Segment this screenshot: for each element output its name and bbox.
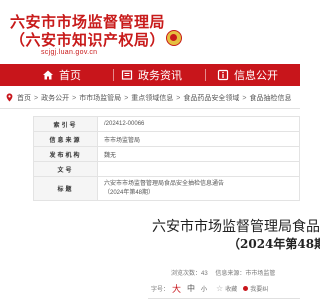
table-row: 标题 六安市市场监督管理局食品安全抽检信息通告 （2024年第48期） — [33, 176, 300, 201]
breadcrumb-separator: > — [72, 94, 77, 102]
nav-item-label: 首页 — [59, 70, 81, 82]
nav-item-label: 信息公开 — [234, 70, 278, 82]
favorite-button[interactable]: ☆ 收藏 — [216, 284, 237, 293]
divider — [0, 108, 300, 109]
correction-label: 我要纠 — [250, 287, 269, 293]
nav-item-news[interactable]: 政务资讯 — [121, 64, 182, 86]
nav-divider — [205, 69, 206, 81]
nav-divider — [113, 69, 114, 81]
breadcrumb-item[interactable]: 市市场监管局 — [79, 93, 121, 103]
nav-item-label: 政务资讯 — [138, 70, 182, 82]
breadcrumb-separator: > — [124, 94, 129, 102]
info-icon — [217, 69, 229, 81]
info-source: 信息来源：市市场监管 — [215, 271, 276, 277]
article-title: 六安市市场监督管理局食品安 — [152, 219, 320, 235]
meta-label: 标题 — [33, 176, 98, 201]
meta-value — [97, 161, 300, 177]
table-row: 索引号 /202412-00066 — [33, 116, 300, 132]
breadcrumb-item[interactable]: 重点领域信息 — [131, 93, 173, 103]
breadcrumb: 首页 > 政务公开 > 市市场监管局 > 重点领域信息 > 食品药品安全领域 >… — [0, 88, 300, 108]
view-count: 浏览次数：43 — [171, 271, 208, 277]
meta-label: 索引号 — [33, 116, 98, 132]
site-subtitle[interactable]: （六安市知识产权局） — [10, 29, 165, 50]
font-size-label: 字号： — [151, 287, 170, 293]
meta-value: 市市场监管局 — [97, 131, 300, 147]
breadcrumb-item[interactable]: 食品药品安全领域 — [183, 93, 239, 103]
meta-label: 发布机构 — [33, 146, 98, 162]
meta-value-line: （2024年第48期） — [104, 189, 155, 196]
font-size-small-button[interactable]: 小 — [201, 284, 207, 293]
news-icon — [121, 69, 133, 81]
emblem-icon — [166, 30, 182, 46]
site-domain: scjgj.luan.gov.cn — [41, 49, 98, 56]
nav-item-info[interactable]: 信息公开 — [217, 64, 278, 86]
article-stats: 浏览次数：43 信息来源：市市场监管 — [171, 268, 281, 277]
correction-button[interactable]: 我要纠 — [243, 284, 268, 293]
table-row: 信息来源 市市场监管局 — [33, 131, 300, 147]
divider — [148, 298, 300, 299]
meta-label: 文号 — [33, 161, 98, 177]
article-subtitle: （2024年第48期 — [228, 237, 320, 251]
star-icon: ☆ — [216, 284, 224, 293]
meta-value: 魏无 — [97, 146, 300, 162]
table-row: 文号 — [33, 161, 300, 177]
breadcrumb-item[interactable]: 政务公开 — [41, 93, 69, 103]
favorite-label: 收藏 — [225, 287, 238, 293]
meta-value: 六安市市场监督管理局食品安全抽检信息通告 （2024年第48期） — [97, 176, 300, 201]
main-nav: 首页 政务资讯 信息公开 — [0, 64, 300, 86]
table-row: 发布机构 魏无 — [33, 146, 300, 162]
article-tools: 字号： 大 中 小 ☆ 收藏 我要纠 — [151, 282, 268, 295]
meta-value-line: 六安市市场监督管理局食品安全抽检信息通告 — [104, 180, 225, 187]
breadcrumb-item[interactable]: 食品抽检信息 — [249, 93, 291, 103]
breadcrumb-separator: > — [242, 94, 247, 102]
info-metadata-table: 索引号 /202412-00066 信息来源 市市场监管局 发布机构 魏无 文号… — [33, 116, 300, 201]
meta-label: 信息来源 — [33, 131, 98, 147]
font-size-medium-button[interactable]: 中 — [187, 283, 195, 294]
font-size-large-button[interactable]: 大 — [172, 282, 181, 295]
breadcrumb-home[interactable]: 首页 — [17, 93, 31, 103]
site-header: 六安市市场监督管理局 （六安市知识产权局） scjgj.luan.gov.cn — [0, 0, 300, 64]
location-icon — [6, 93, 13, 104]
breadcrumb-separator: > — [34, 94, 39, 102]
nav-item-home[interactable]: 首页 — [42, 64, 81, 86]
home-icon — [42, 69, 54, 81]
meta-value: /202412-00066 — [97, 116, 300, 132]
correction-icon — [243, 286, 249, 291]
breadcrumb-separator: > — [176, 94, 181, 102]
